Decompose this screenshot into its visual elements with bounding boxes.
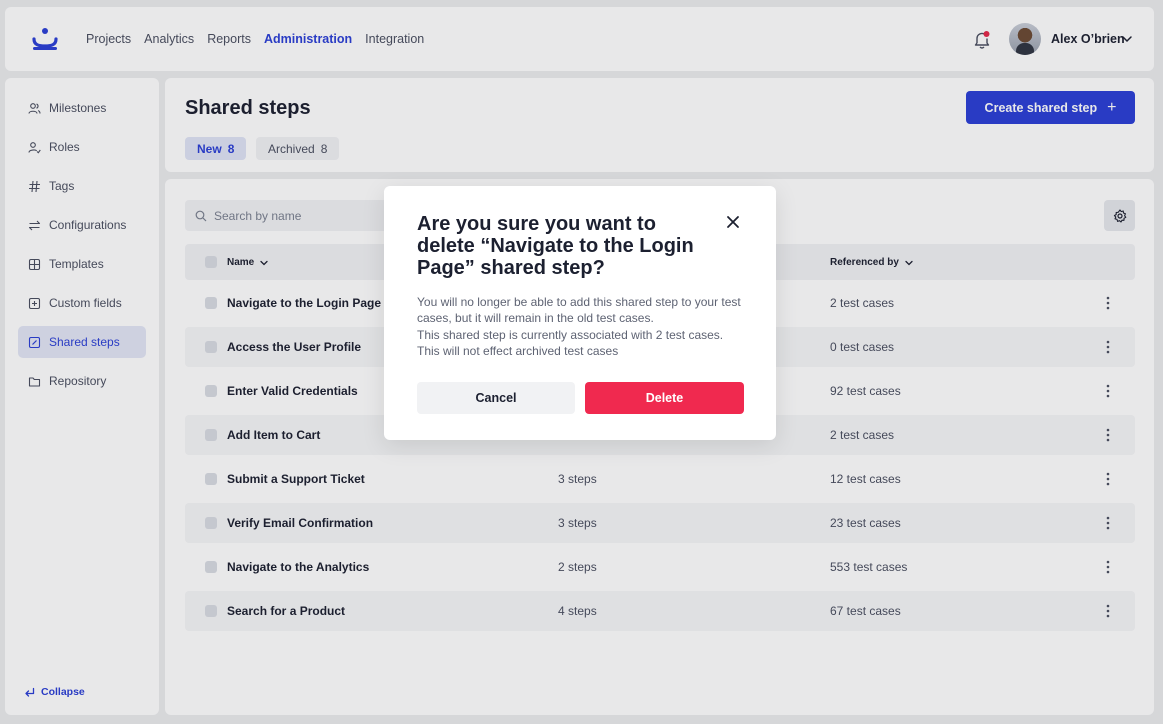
dialog-message: This shared step is currently associated…	[417, 327, 724, 342]
dialog-message: You will no longer be able to add this s…	[417, 295, 741, 326]
dialog-body: You will no longer be able to add this s…	[417, 294, 747, 360]
cancel-button[interactable]: Cancel	[417, 382, 575, 414]
delete-button[interactable]: Delete	[585, 382, 744, 414]
close-icon[interactable]	[726, 215, 740, 229]
dialog-title: Are you sure you want to delete “Navigat…	[417, 213, 694, 279]
delete-confirmation-dialog: Are you sure you want to delete “Navigat…	[384, 186, 776, 440]
dialog-message: This will not effect archived test cases	[417, 344, 619, 359]
